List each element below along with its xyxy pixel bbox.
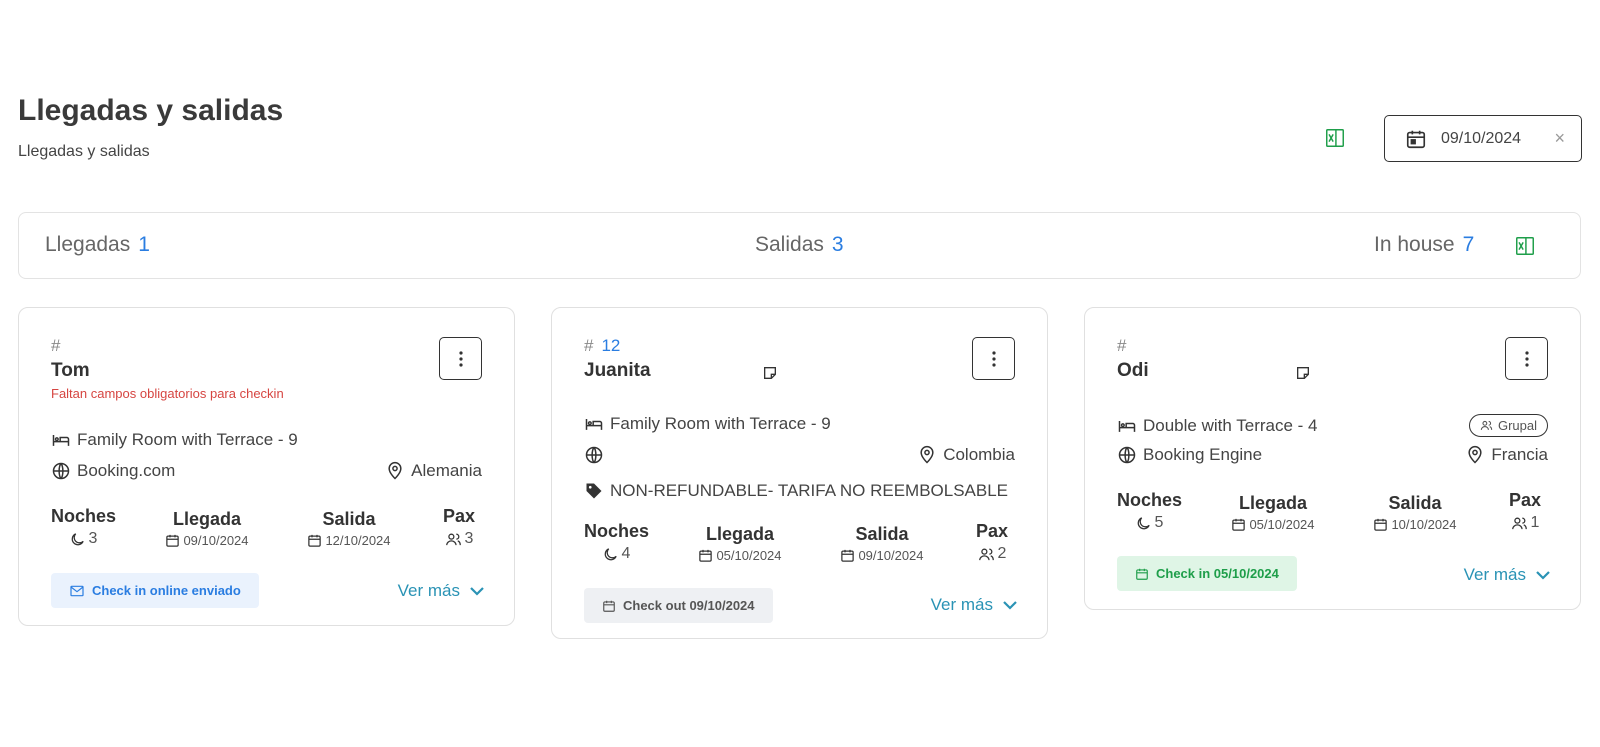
stat-pax: Pax 3 [442, 506, 476, 547]
more-vertical-icon [991, 350, 996, 367]
stat-pax: Pax 2 [975, 521, 1009, 562]
clear-date-button[interactable]: × [1554, 128, 1565, 149]
calendar-icon [603, 600, 615, 612]
users-icon [978, 548, 994, 560]
chevron-down-icon [1536, 571, 1550, 580]
reservation-number: # [51, 336, 61, 355]
inhouse-count: 7 [1462, 233, 1475, 256]
reservation-card: # Tom Faltan campos obligatorios para ch… [18, 307, 515, 626]
note-icon[interactable] [1295, 365, 1311, 381]
more-vertical-icon [458, 350, 463, 367]
group-badge: Grupal [1468, 414, 1548, 437]
tag-icon [586, 483, 602, 499]
calendar-icon [1232, 518, 1246, 531]
excel-export-icon[interactable] [1514, 235, 1536, 257]
guest-name[interactable]: Tom [51, 360, 90, 382]
checkout-badge: Check out 09/10/2024 [584, 588, 773, 623]
country: Francia [1491, 445, 1548, 464]
bed-icon [52, 435, 70, 446]
users-icon [445, 533, 461, 545]
moon-icon [1137, 516, 1150, 529]
calendar-icon [841, 549, 855, 562]
excel-export-icon[interactable] [1324, 127, 1346, 149]
chevron-down-icon [470, 587, 484, 596]
room-name: Family Room with Terrace - 9 [77, 430, 298, 449]
note-icon[interactable] [762, 365, 778, 381]
calendar-icon [699, 549, 713, 562]
stat-salida: Salida 09/10/2024 [834, 524, 930, 563]
checkin-warning: Faltan campos obligatorios para checkin [51, 386, 284, 401]
summary-salidas[interactable]: Salidas 3 [755, 233, 844, 257]
location-pin-icon [920, 445, 934, 464]
summary-bar: Llegadas 1 Salidas 3 In house 7 [18, 212, 1581, 279]
llegadas-count: 1 [138, 233, 150, 256]
calendar-icon [308, 534, 322, 547]
reservation-number: # [1117, 336, 1127, 355]
rate-plan: NON-REFUNDABLE- TARIFA NO REEMBOLSABLE [610, 481, 1009, 500]
calendar-icon [1136, 568, 1148, 580]
stat-llegada: Llegada 05/10/2024 [692, 524, 788, 563]
room-name: Family Room with Terrace - 9 [610, 414, 831, 433]
country: Colombia [943, 445, 1015, 464]
more-options-button[interactable] [972, 337, 1015, 380]
more-options-button[interactable] [439, 337, 482, 380]
stat-noches: Noches 4 [584, 521, 650, 562]
summary-inhouse[interactable]: In house 7 [1374, 233, 1474, 257]
calendar-icon [166, 534, 180, 547]
stat-salida: Salida 10/10/2024 [1367, 493, 1463, 532]
summary-llegadas[interactable]: Llegadas 1 [45, 233, 150, 257]
page-title: Llegadas y salidas [18, 94, 284, 127]
guest-name[interactable]: Odi [1117, 360, 1149, 382]
location-pin-icon [1468, 445, 1482, 464]
stat-noches: Noches 5 [1117, 490, 1183, 531]
stat-noches: Noches 3 [51, 506, 117, 547]
salidas-count: 3 [831, 233, 844, 256]
reservation-card: #12 Juanita Family Room with Terrace - 9… [551, 307, 1048, 639]
country: Alemania [411, 461, 482, 480]
chevron-down-icon [1003, 601, 1017, 610]
ver-mas-link[interactable]: Ver más [1464, 565, 1550, 585]
calendar-icon [1406, 130, 1426, 148]
reservation-card: # Odi Double with Terrace - 4 Grupal Boo… [1084, 307, 1581, 610]
guest-name[interactable]: Juanita [584, 360, 651, 382]
salidas-label: Salidas [755, 233, 824, 256]
users-icon [1511, 517, 1527, 529]
more-vertical-icon [1524, 350, 1529, 367]
more-options-button[interactable] [1505, 337, 1548, 380]
globe-icon [585, 446, 603, 464]
bed-icon [585, 419, 603, 430]
globe-icon [52, 462, 70, 480]
location-pin-icon [388, 461, 402, 480]
stat-llegada: Llegada 09/10/2024 [159, 509, 255, 548]
stat-llegada: Llegada 05/10/2024 [1225, 493, 1321, 532]
channel: Booking Engine [1143, 445, 1263, 464]
ver-mas-link[interactable]: Ver más [931, 595, 1017, 615]
date-picker[interactable]: 09/10/2024 × [1384, 115, 1582, 162]
reservation-number: #12 [584, 336, 621, 355]
moon-icon [71, 532, 84, 545]
channel: Booking.com [77, 461, 176, 480]
inhouse-label: In house [1374, 233, 1455, 256]
bed-icon [1118, 420, 1136, 432]
checkin-online-badge: Check in online enviado [51, 573, 259, 608]
mail-send-icon [70, 585, 84, 596]
llegadas-label: Llegadas [45, 233, 131, 256]
calendar-icon [1374, 518, 1388, 531]
globe-icon [1118, 446, 1136, 464]
room-name: Double with Terrace - 4 [1143, 415, 1318, 435]
stat-salida: Salida 12/10/2024 [301, 509, 397, 548]
date-value: 09/10/2024 [1441, 129, 1522, 147]
checkin-badge: Check in 05/10/2024 [1117, 556, 1297, 591]
page-subtitle: Llegadas y salidas [18, 143, 150, 160]
moon-icon [604, 547, 617, 560]
ver-mas-link[interactable]: Ver más [398, 581, 484, 601]
users-icon [1480, 420, 1493, 430]
stat-pax: Pax 1 [1508, 490, 1542, 531]
